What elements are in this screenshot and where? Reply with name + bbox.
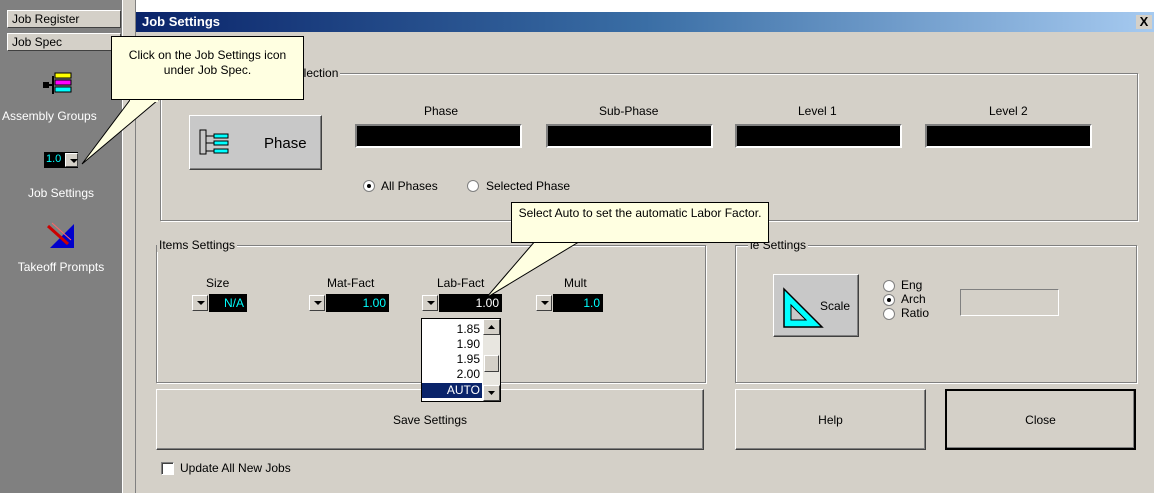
- left-nav-panel: Job Register Job Spec Assembly Groups 1.…: [0, 0, 122, 493]
- callout-tail-1: [81, 99, 160, 165]
- col-level1-label: Level 1: [798, 104, 837, 118]
- scale-button-label: Scale: [820, 299, 851, 313]
- subphase-field[interactable]: [546, 124, 713, 148]
- matfact-dropdown-button[interactable]: [309, 295, 325, 311]
- matfact-value[interactable]: 1.00: [326, 294, 389, 312]
- col-phase-label: Phase: [424, 104, 459, 118]
- tab-job-register[interactable]: Job Register: [7, 10, 121, 28]
- size-label: Size: [206, 276, 230, 290]
- list-item[interactable]: 2.00: [422, 367, 482, 382]
- scroll-thumb[interactable]: [484, 355, 499, 372]
- scale-button[interactable]: Scale: [773, 274, 859, 337]
- radio-ratio[interactable]: [883, 308, 895, 320]
- phase-button-label: Phase: [264, 135, 307, 152]
- title-bar[interactable]: Job Settings X: [136, 12, 1154, 32]
- phase-icon: [199, 129, 229, 155]
- help-label: Help: [818, 412, 843, 427]
- list-item[interactable]: 1.90: [422, 337, 482, 352]
- radio-eng[interactable]: [883, 280, 895, 292]
- radio-selected-phase[interactable]: [467, 180, 479, 192]
- radio-selected-phase-label: Selected Phase: [486, 179, 571, 193]
- close-button[interactable]: Close: [945, 389, 1136, 450]
- phase-field[interactable]: [355, 124, 522, 148]
- takeoff-prompts-icon[interactable]: [46, 220, 76, 250]
- labfact-dropdown-list[interactable]: 1.85 1.90 1.95 2.00 AUTO: [421, 318, 501, 402]
- tab-job-spec[interactable]: Job Spec: [7, 33, 121, 51]
- level2-field[interactable]: [925, 124, 1092, 148]
- level1-field[interactable]: [735, 124, 902, 148]
- job-settings-callout: Click on the Job Settings icon under Job…: [111, 36, 304, 100]
- scroll-up-icon[interactable]: [483, 319, 500, 335]
- radio-arch[interactable]: [883, 294, 895, 306]
- labfact-label: Lab-Fact: [437, 276, 485, 290]
- scroll-down-icon[interactable]: [483, 385, 500, 401]
- ratio-input[interactable]: [960, 289, 1059, 316]
- phase-button[interactable]: Phase: [189, 115, 322, 170]
- sidebar-item-job-settings[interactable]: Job Settings: [0, 186, 122, 200]
- matfact-label: Mat-Fact: [327, 276, 375, 290]
- auto-callout: Select Auto to set the automatic Labor F…: [511, 202, 769, 243]
- update-all-checkbox[interactable]: [161, 462, 174, 475]
- radio-all-phases-label: All Phases: [381, 179, 438, 193]
- radio-ratio-label: Ratio: [901, 306, 930, 320]
- sidebar-item-takeoff-prompts[interactable]: Takeoff Prompts: [0, 260, 122, 274]
- close-label: Close: [1025, 412, 1056, 427]
- list-item[interactable]: 1.95: [422, 352, 482, 367]
- close-icon[interactable]: X: [1136, 15, 1152, 29]
- list-item[interactable]: 1.85: [422, 322, 482, 337]
- list-item-selected[interactable]: AUTO: [422, 383, 482, 398]
- save-settings-label: Save Settings: [392, 412, 468, 427]
- help-button[interactable]: Help: [735, 389, 926, 450]
- col-subphase-label: Sub-Phase: [599, 104, 659, 118]
- size-value[interactable]: N/A: [209, 294, 247, 312]
- update-all-label: Update All New Jobs: [180, 461, 291, 475]
- job-settings-badge: 1.0: [46, 153, 62, 165]
- col-level2-label: Level 2: [989, 104, 1028, 118]
- dialog-title: Job Settings: [142, 14, 221, 29]
- radio-arch-label: Arch: [901, 292, 926, 306]
- labfact-dropdown-button[interactable]: [422, 295, 438, 311]
- radio-all-phases[interactable]: [363, 180, 375, 192]
- radio-eng-label: Eng: [901, 278, 923, 292]
- size-dropdown-button[interactable]: [192, 295, 208, 311]
- items-settings-legend: Items Settings: [157, 238, 238, 252]
- assembly-groups-icon[interactable]: [43, 72, 73, 98]
- dropdown-scrollbar[interactable]: [483, 319, 500, 401]
